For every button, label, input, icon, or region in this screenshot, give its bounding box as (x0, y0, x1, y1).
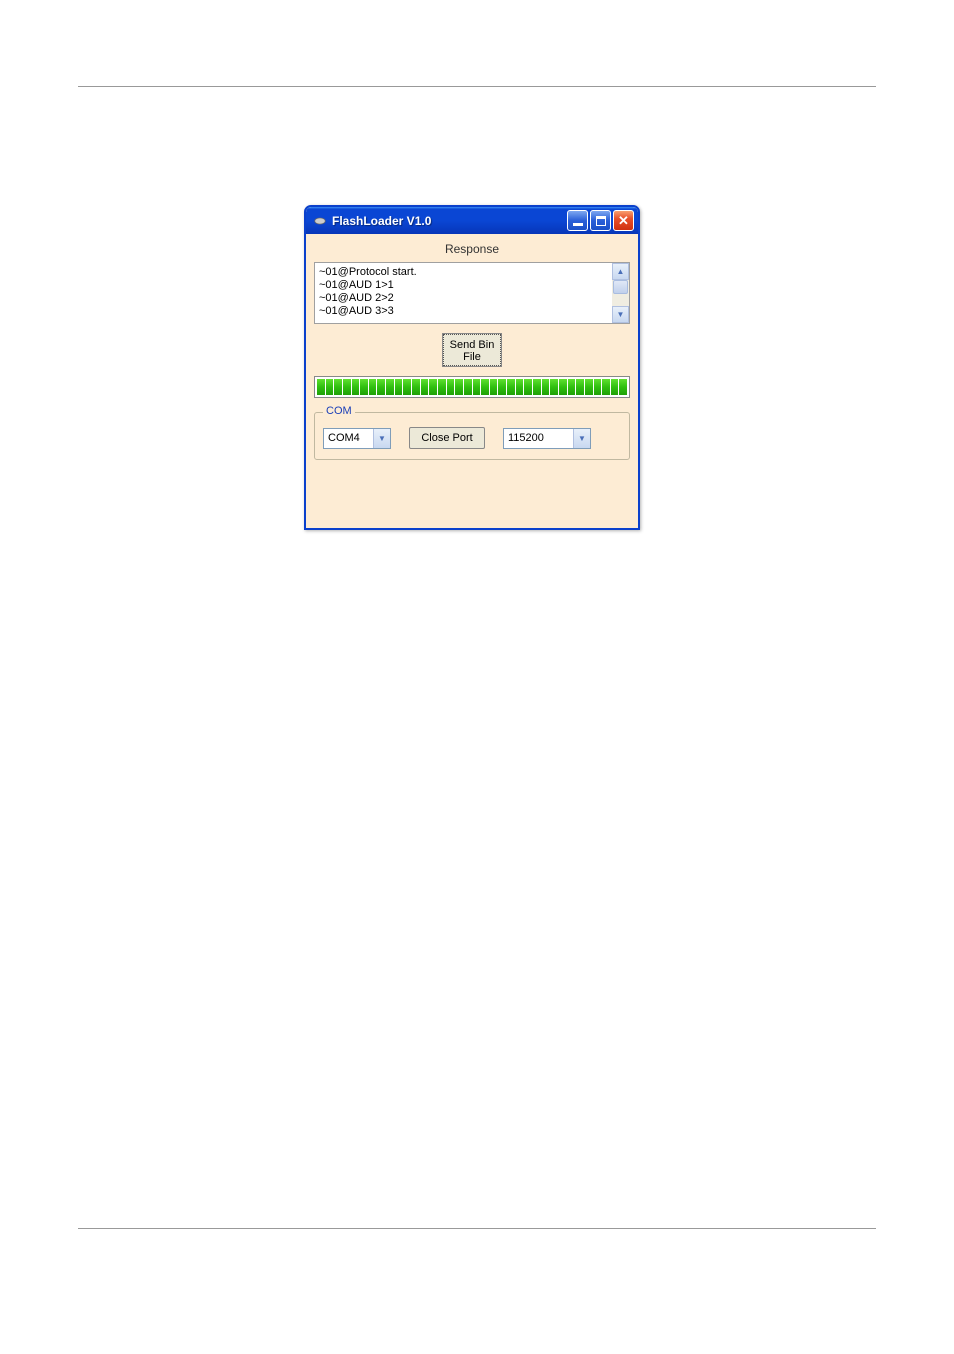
scroll-down-button[interactable]: ▼ (612, 306, 629, 323)
window-content: Response ~01@Protocol start. ~01@AUD 1>1… (306, 234, 638, 528)
response-scrollbar[interactable]: ▲ ▼ (612, 263, 629, 323)
progress-segment (576, 379, 584, 395)
progress-segment (550, 379, 558, 395)
scroll-up-button[interactable]: ▲ (612, 263, 629, 280)
progress-segment (447, 379, 455, 395)
com-group: COM COM4 ▼ Close Port 115200 ▼ (314, 412, 630, 460)
progress-segment (455, 379, 463, 395)
progress-segment (602, 379, 610, 395)
com-row: COM4 ▼ Close Port 115200 ▼ (323, 427, 621, 449)
scroll-track[interactable] (612, 280, 629, 306)
close-port-button[interactable]: Close Port (409, 427, 485, 449)
progress-segment (360, 379, 368, 395)
page-divider-bottom (78, 1228, 876, 1229)
progress-segment (594, 379, 602, 395)
com-port-select[interactable]: COM4 ▼ (323, 428, 391, 449)
send-button-line1: Send Bin (450, 339, 495, 351)
progress-segment (343, 379, 351, 395)
progress-segment (377, 379, 385, 395)
progress-segment (490, 379, 498, 395)
baud-rate-select[interactable]: 115200 ▼ (503, 428, 591, 449)
progress-segment (542, 379, 550, 395)
progress-segment (395, 379, 403, 395)
progress-segment (369, 379, 377, 395)
progress-segment (334, 379, 342, 395)
response-line: ~01@Protocol start. (319, 266, 625, 279)
progress-segment (585, 379, 593, 395)
window-title: FlashLoader V1.0 (332, 214, 567, 228)
maximize-button[interactable] (590, 210, 611, 231)
app-icon (312, 213, 328, 229)
minimize-button[interactable] (567, 210, 588, 231)
baud-rate-value: 115200 (508, 432, 544, 444)
progress-segment (317, 379, 325, 395)
chevron-down-icon: ▼ (573, 429, 590, 448)
flashloader-window: FlashLoader V1.0 ✕ Response ~01@Protocol… (304, 205, 640, 530)
progress-segment (352, 379, 360, 395)
com-port-value: COM4 (328, 432, 360, 444)
progress-segment (507, 379, 515, 395)
minimize-icon (573, 223, 583, 226)
progress-segment (568, 379, 576, 395)
progress-segment (524, 379, 532, 395)
progress-segment (481, 379, 489, 395)
response-textarea[interactable]: ~01@Protocol start. ~01@AUD 1>1 ~01@AUD … (314, 262, 630, 324)
page-divider-top (78, 86, 876, 87)
chevron-down-icon: ▼ (373, 429, 390, 448)
progress-segment (559, 379, 567, 395)
close-icon: ✕ (618, 214, 629, 227)
titlebar[interactable]: FlashLoader V1.0 ✕ (306, 207, 638, 234)
progress-segment (421, 379, 429, 395)
titlebar-buttons: ✕ (567, 210, 634, 231)
send-button-line2: File (463, 351, 481, 363)
progress-segment (412, 379, 420, 395)
progress-segment (619, 379, 627, 395)
progress-segment (403, 379, 411, 395)
progress-segment (464, 379, 472, 395)
progress-segment (438, 379, 446, 395)
response-line: ~01@AUD 2>2 (319, 292, 625, 305)
chevron-up-icon: ▲ (617, 265, 625, 278)
response-line: ~01@AUD 3>3 (319, 305, 625, 318)
response-line: ~01@AUD 1>1 (319, 279, 625, 292)
maximize-icon (596, 216, 606, 226)
progress-segment (386, 379, 394, 395)
progress-segment (473, 379, 481, 395)
com-legend: COM (323, 405, 355, 417)
progress-segment (516, 379, 524, 395)
progress-segment (326, 379, 334, 395)
send-bin-file-button[interactable]: Send Bin File (443, 334, 501, 366)
response-label: Response (314, 242, 630, 256)
progress-segment (498, 379, 506, 395)
close-button[interactable]: ✕ (613, 210, 634, 231)
progress-bar (314, 376, 630, 398)
progress-segment (611, 379, 619, 395)
progress-segment (429, 379, 437, 395)
chevron-down-icon: ▼ (617, 308, 625, 321)
scroll-thumb[interactable] (613, 280, 628, 294)
progress-segment (533, 379, 541, 395)
